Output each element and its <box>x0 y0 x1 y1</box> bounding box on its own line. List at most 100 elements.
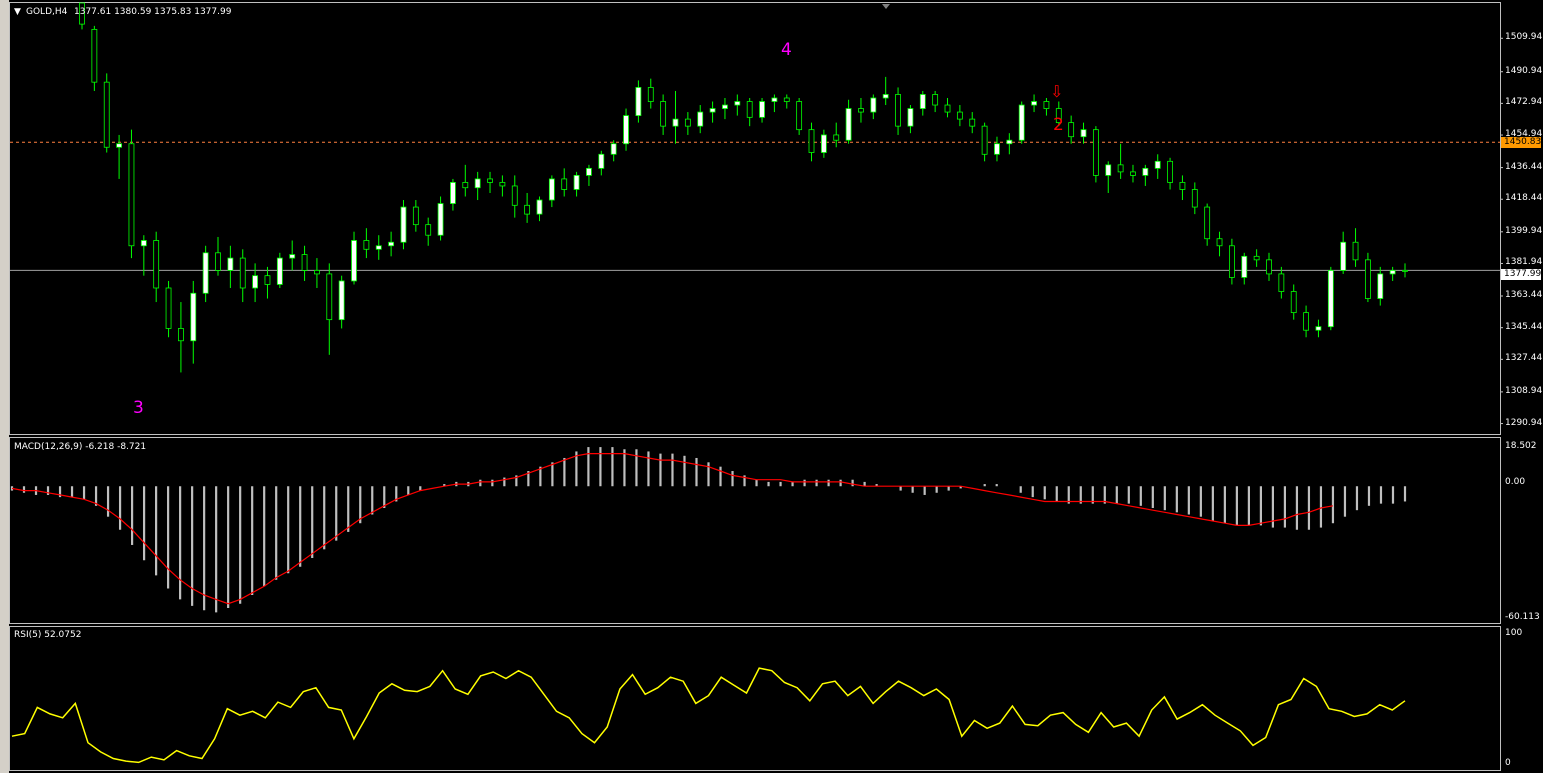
candle-body <box>437 203 444 236</box>
macd-axis-bottom: -60.113 <box>1505 612 1540 622</box>
candle-body <box>388 241 395 247</box>
candle-body <box>1031 101 1037 106</box>
candle-body <box>91 28 98 83</box>
candle-body <box>697 111 704 127</box>
candle-body <box>289 254 296 259</box>
candle-body <box>808 129 815 153</box>
candle-body <box>858 108 864 113</box>
candle-body <box>610 143 617 155</box>
candle-body <box>1327 269 1334 328</box>
candle-body <box>598 153 605 169</box>
price-axis-tick: 1363.44 <box>1505 290 1543 300</box>
candle-body <box>1117 164 1124 173</box>
candle-body <box>239 257 246 289</box>
candle-body <box>956 111 963 120</box>
candle-body <box>981 125 988 155</box>
candle-body <box>932 94 939 106</box>
rsi-line <box>11 667 1406 764</box>
candle-body <box>264 275 271 285</box>
candle-body <box>1389 269 1396 275</box>
candle-body <box>1191 189 1198 208</box>
candle-body <box>759 101 765 118</box>
candle-body <box>1402 269 1408 272</box>
macd-title: MACD(12,26,9) -6.218 -8.721 <box>14 442 147 452</box>
candle-body <box>400 206 407 243</box>
candle-body <box>1006 139 1013 145</box>
candle-body <box>450 182 456 204</box>
candle-body <box>994 143 1000 155</box>
price-axis-tick: 1490.94 <box>1505 65 1543 76</box>
rsi-axis-top: 100 <box>1505 628 1523 638</box>
candle-body <box>919 94 926 109</box>
candle-body <box>771 97 778 102</box>
candle-body <box>314 269 320 275</box>
candle-body <box>845 108 852 141</box>
wave-2-label: 2 <box>1053 115 1064 135</box>
price-axis-tick: 1308.94 <box>1505 385 1543 396</box>
candle-body <box>969 118 976 127</box>
candle-body <box>561 178 568 190</box>
candle-body <box>412 206 419 226</box>
candle-body <box>1377 273 1384 299</box>
candle-body <box>1228 245 1235 278</box>
candle-body <box>524 204 531 215</box>
price-axis-tick: 1509.94 <box>1505 32 1543 43</box>
candle-body <box>1105 164 1112 176</box>
candle-body <box>1068 122 1075 138</box>
candle-body <box>1204 206 1211 240</box>
wave-3-label: 3 <box>133 398 144 418</box>
candle-body <box>1154 160 1161 169</box>
current-price-tag: 1377.99 <box>1501 269 1541 280</box>
candle-body <box>215 252 221 271</box>
price-axis-tick: 1327.44 <box>1505 353 1543 364</box>
candle-body <box>1290 291 1297 314</box>
price-axis-tick: 1436.44 <box>1505 161 1543 172</box>
candle-body <box>684 118 691 127</box>
candle-body <box>103 81 110 148</box>
candle-body <box>820 134 827 153</box>
candle-body <box>1167 160 1173 183</box>
candle-body <box>1043 101 1050 109</box>
candle-body <box>116 143 122 148</box>
candle-body <box>1352 241 1359 261</box>
candle-body <box>202 252 209 294</box>
candle-body <box>1340 241 1347 271</box>
candle-body <box>128 143 135 247</box>
candle-body <box>1130 171 1136 176</box>
candle-body <box>1315 326 1322 331</box>
candle-body <box>573 174 580 190</box>
candle-body <box>895 94 901 127</box>
candle-body <box>833 134 840 141</box>
symbol-dropdown-icon[interactable]: ▼ <box>14 7 21 17</box>
candle-body <box>227 257 234 271</box>
ohlc-readout: 1377.61 1380.59 1375.83 1377.99 <box>74 7 232 17</box>
candle-body <box>536 199 543 215</box>
candle-body <box>907 108 914 127</box>
candle-body <box>190 292 197 342</box>
price-axis-tick: 1418.44 <box>1505 193 1543 204</box>
candle-body <box>882 94 889 99</box>
macd-axis-zero: 0.00 <box>1505 477 1526 487</box>
rsi-title: RSI(5) 52.0752 <box>14 630 82 640</box>
candle-body <box>709 108 716 113</box>
candle-body <box>1241 255 1248 278</box>
price-axis-tick: 1345.44 <box>1505 321 1543 332</box>
candle-body <box>1216 238 1223 247</box>
chart-shift-marker <box>882 4 890 9</box>
trading-chart[interactable]: ▼ GOLD,H4 1377.61 1380.59 1375.83 1377.9… <box>0 0 1543 773</box>
candle-body <box>1266 259 1272 275</box>
candle-body <box>474 178 481 189</box>
candle-body <box>944 104 951 113</box>
candle-body <box>783 97 790 102</box>
candle-body <box>153 240 160 289</box>
candle-body <box>586 167 592 176</box>
candle-body <box>178 328 184 342</box>
candle-body <box>635 87 642 116</box>
candle-body <box>1092 129 1099 176</box>
candle-body <box>722 104 728 109</box>
candle-body <box>1253 255 1260 261</box>
price-axis-tick: 1399.94 <box>1505 225 1543 236</box>
candle-body <box>647 87 654 102</box>
candle-body <box>623 115 629 145</box>
candle-body <box>140 240 147 247</box>
